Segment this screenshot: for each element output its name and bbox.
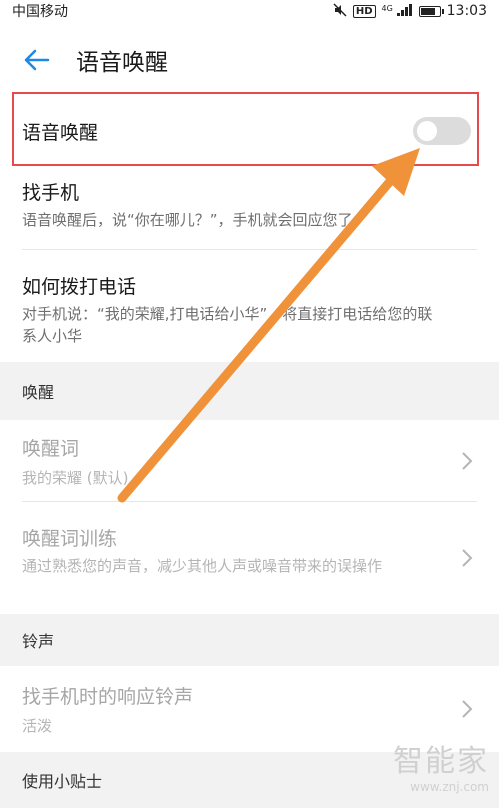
status-bar: 中国移动 HD 4G 13:03: [0, 0, 499, 22]
network-type: 4G: [381, 3, 393, 13]
section-header-ringtone: 铃声: [0, 614, 499, 666]
battery-fill: [420, 7, 435, 15]
call-row[interactable]: 如何拨打电话 对手机说：“我的荣耀,打电话给小华”，将直接打电话给您的联系人小华: [0, 250, 499, 362]
find-phone-row[interactable]: 找手机 语音唤醒后，说“你在哪儿？”，手机就会回应您了: [0, 164, 499, 250]
toggle-knob: [417, 121, 437, 141]
back-arrow-icon: [24, 49, 50, 71]
find-ringtone-subtitle: 活泼: [22, 717, 53, 735]
wake-training-title: 唤醒词训练: [22, 528, 118, 550]
wake-training-subtitle: 通过熟悉您的声音，减少其他人声或噪音带来的误操作: [22, 557, 383, 575]
wake-training-row[interactable]: 唤醒词训练 通过熟悉您的声音，减少其他人声或噪音带来的误操作: [0, 502, 499, 614]
wake-word-subtitle: 我的荣耀 (默认): [22, 469, 129, 487]
voice-wake-label: 语音唤醒: [22, 121, 99, 144]
call-subtitle: 对手机说：“我的荣耀,打电话给小华”，将直接打电话给您的联系人小华: [22, 305, 433, 345]
section-tips-label: 使用小贴士: [22, 772, 103, 791]
section-header-wake: 唤醒: [0, 362, 499, 420]
signal-icon: 4G: [381, 3, 413, 19]
chevron-right-icon: [462, 452, 473, 470]
chevron-right-icon: [462, 700, 473, 718]
app-bar: 语音唤醒: [0, 22, 499, 98]
section-ringtone-label: 铃声: [22, 632, 55, 651]
chevron-right-icon: [462, 549, 473, 567]
battery-icon: [418, 5, 444, 17]
find-phone-title: 找手机: [22, 182, 80, 204]
page-title: 语音唤醒: [76, 50, 168, 76]
carrier-name: 中国移动: [12, 4, 68, 20]
wake-word-title: 唤醒词: [22, 438, 80, 460]
find-phone-subtitle: 语音唤醒后，说“你在哪儿？”，手机就会回应您了: [22, 211, 353, 229]
status-icons: HD 4G 13:03: [333, 2, 487, 20]
wake-word-row[interactable]: 唤醒词 我的荣耀 (默认): [0, 420, 499, 502]
hd-icon: HD: [352, 4, 376, 18]
call-title: 如何拨打电话: [22, 276, 137, 298]
watermark-name: 智能家: [393, 744, 489, 779]
clock: 13:03: [446, 3, 487, 19]
section-wake-label: 唤醒: [22, 383, 55, 402]
back-button[interactable]: [22, 45, 52, 75]
mute-icon: [333, 2, 347, 20]
voice-wake-row[interactable]: 语音唤醒: [0, 98, 499, 164]
watermark-url: www.znj.com: [410, 780, 489, 794]
voice-wake-toggle[interactable]: [413, 117, 471, 145]
watermark: 智能家 www.znj.com: [393, 736, 489, 794]
find-ringtone-title: 找手机时的响应铃声: [22, 686, 194, 708]
